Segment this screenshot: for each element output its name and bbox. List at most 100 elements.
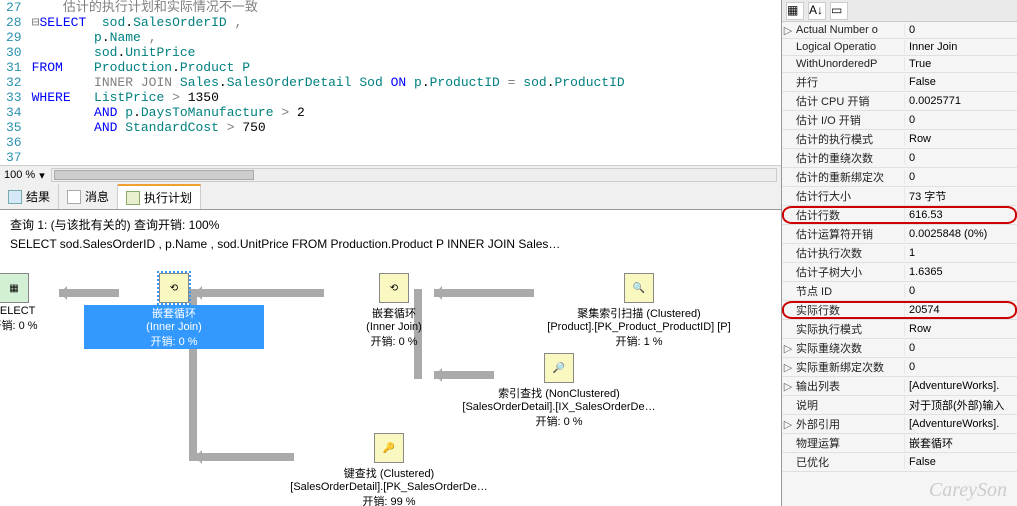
expand-icon[interactable]: ▷ <box>782 361 794 374</box>
property-row[interactable]: 估计子树大小1.6365 <box>782 263 1017 282</box>
property-value: 0 <box>904 170 1017 184</box>
property-key: Logical Operatio <box>794 40 904 54</box>
property-key: 估计的执行模式 <box>794 130 904 148</box>
property-key: 输出列表 <box>794 377 904 395</box>
property-value: [AdventureWorks]. <box>904 417 1017 431</box>
property-row[interactable]: 估计的重新绑定次0 <box>782 168 1017 187</box>
property-row[interactable]: ▷Actual Number o0 <box>782 22 1017 39</box>
property-row[interactable]: 估计运算符开销0.0025848 (0%) <box>782 225 1017 244</box>
property-row[interactable]: 估计的重绕次数0 <box>782 149 1017 168</box>
nested-loop-icon: ⟲ <box>379 273 409 303</box>
expand-icon[interactable]: ▷ <box>782 342 794 355</box>
property-key: 已优化 <box>794 453 904 471</box>
tab-messages[interactable]: 消息 <box>59 184 118 209</box>
property-row[interactable]: Logical OperatioInner Join <box>782 39 1017 56</box>
property-value: 0 <box>904 23 1017 37</box>
property-value: True <box>904 57 1017 71</box>
op-index-seek[interactable]: 🔎 索引查找 (NonClustered) [SalesOrderDetail]… <box>444 353 674 429</box>
property-key: Actual Number o <box>794 23 904 37</box>
property-value: 1.6365 <box>904 265 1017 279</box>
plan-canvas[interactable]: ▦ SELECT 开销: 0 % ⟲ 嵌套循环 (Inner Join) 开销:… <box>4 253 777 473</box>
property-row[interactable]: 节点 ID0 <box>782 282 1017 301</box>
property-value: 0 <box>904 360 1017 374</box>
property-value: 20574 <box>904 303 1017 317</box>
op-select[interactable]: ▦ SELECT 开销: 0 % <box>0 273 64 333</box>
property-key: 并行 <box>794 73 904 91</box>
property-key: 估计行大小 <box>794 187 904 205</box>
op-key-lookup[interactable]: 🔑 键查找 (Clustered) [SalesOrderDetail].[PK… <box>274 433 504 506</box>
property-value: 0 <box>904 113 1017 127</box>
property-row[interactable]: 实际执行模式Row <box>782 320 1017 339</box>
property-row[interactable]: ▷输出列表[AdventureWorks]. <box>782 377 1017 396</box>
tab-execution-plan[interactable]: 执行计划 <box>118 184 201 209</box>
property-row[interactable]: 估计 CPU 开销0.0025771 <box>782 92 1017 111</box>
property-key: 实际执行模式 <box>794 320 904 338</box>
property-value: Inner Join <box>904 40 1017 54</box>
index-seek-icon: 🔎 <box>544 353 574 383</box>
property-row[interactable]: 已优化False <box>782 453 1017 472</box>
property-key: 物理运算 <box>794 434 904 452</box>
plan-icon <box>126 191 140 205</box>
grid-icon <box>8 190 22 204</box>
property-key: 估计行数 <box>794 206 904 224</box>
h-scrollbar[interactable] <box>51 168 777 182</box>
property-value: 嵌套循环 <box>904 434 1017 452</box>
property-row[interactable]: 估计行数616.53 <box>782 206 1017 225</box>
property-key: 实际行数 <box>794 301 904 319</box>
property-key: 实际重新绑定次数 <box>794 358 904 376</box>
plan-header: 查询 1: (与该批有关的) 查询开销: 100% <box>4 214 777 235</box>
property-key: 外部引用 <box>794 415 904 433</box>
sql-editor[interactable]: 2728293031323334353637 估计的执行计划和实际情况不一致⊟S… <box>0 0 781 165</box>
property-row[interactable]: 并行False <box>782 73 1017 92</box>
property-row[interactable]: 说明对于顶部(外部)输入 <box>782 396 1017 415</box>
zoom-label: 100 % <box>4 169 35 181</box>
pages-icon[interactable]: ▭ <box>830 2 848 20</box>
index-scan-icon: 🔍 <box>624 273 654 303</box>
expand-icon[interactable]: ▷ <box>782 24 794 37</box>
tab-results[interactable]: 结果 <box>0 184 59 209</box>
property-row[interactable]: 估计行大小73 字节 <box>782 187 1017 206</box>
property-row[interactable]: 物理运算嵌套循环 <box>782 434 1017 453</box>
op-nested-loop-1[interactable]: ⟲ 嵌套循环 (Inner Join) 开销: 0 % <box>84 273 264 349</box>
property-key: 估计执行次数 <box>794 244 904 262</box>
property-key: 节点 ID <box>794 282 904 300</box>
expand-icon[interactable]: ▷ <box>782 418 794 431</box>
property-row[interactable]: 实际行数20574 <box>782 301 1017 320</box>
property-value: Row <box>904 322 1017 336</box>
property-key: 估计的重新绑定次 <box>794 168 904 186</box>
categorize-icon[interactable]: ▦ <box>786 2 804 20</box>
property-key: 估计运算符开销 <box>794 225 904 243</box>
property-value: 对于顶部(外部)输入 <box>904 396 1017 414</box>
property-row[interactable]: 估计执行次数1 <box>782 244 1017 263</box>
property-value: False <box>904 75 1017 89</box>
property-value: 1 <box>904 246 1017 260</box>
page-icon <box>67 190 81 204</box>
property-row[interactable]: 估计的执行模式Row <box>782 130 1017 149</box>
property-row[interactable]: 估计 I/O 开销0 <box>782 111 1017 130</box>
nested-loop-icon: ⟲ <box>159 273 189 303</box>
property-value: 0 <box>904 151 1017 165</box>
property-key: 估计 CPU 开销 <box>794 92 904 110</box>
property-value: False <box>904 455 1017 469</box>
property-key: 估计 I/O 开销 <box>794 111 904 129</box>
property-value: 0.0025848 (0%) <box>904 227 1017 241</box>
property-value: 616.53 <box>904 208 1017 222</box>
property-row[interactable]: ▷实际重新绑定次数0 <box>782 358 1017 377</box>
property-row[interactable]: WithUnorderedPTrue <box>782 56 1017 73</box>
op-nested-loop-2[interactable]: ⟲ 嵌套循环 (Inner Join) 开销: 0 % <box>304 273 484 349</box>
property-key: WithUnorderedP <box>794 57 904 71</box>
property-value: 0 <box>904 341 1017 355</box>
plan-sql: SELECT sod.SalesOrderID , p.Name , sod.U… <box>4 235 777 253</box>
expand-icon[interactable]: ▷ <box>782 380 794 393</box>
op-clustered-index-scan[interactable]: 🔍 聚集索引扫描 (Clustered) [Product].[PK_Produ… <box>524 273 754 349</box>
property-row[interactable]: ▷外部引用[AdventureWorks]. <box>782 415 1017 434</box>
property-value: Row <box>904 132 1017 146</box>
property-value: 73 字节 <box>904 187 1017 205</box>
property-row[interactable]: ▷实际重绕次数0 <box>782 339 1017 358</box>
property-key: 估计的重绕次数 <box>794 149 904 167</box>
key-lookup-icon: 🔑 <box>374 433 404 463</box>
select-icon: ▦ <box>0 273 29 303</box>
sort-icon[interactable]: A↓ <box>808 2 826 20</box>
property-value: 0 <box>904 284 1017 298</box>
property-key: 估计子树大小 <box>794 263 904 281</box>
